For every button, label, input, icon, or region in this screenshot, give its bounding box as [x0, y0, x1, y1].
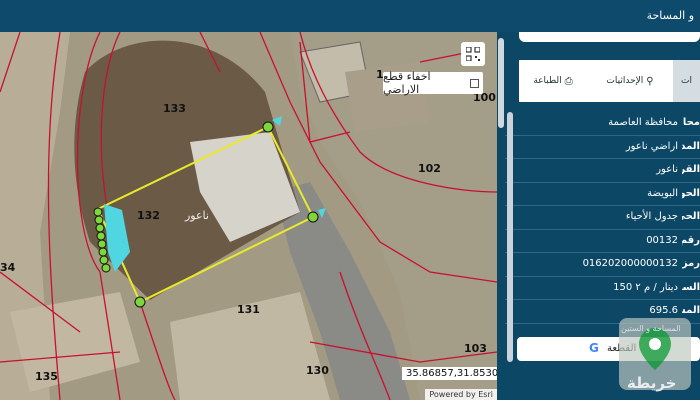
info-label: رمز القطعة: [682, 258, 700, 269]
info-row: 150 دينار / م ٢ السعر الإيجاري: [505, 277, 700, 300]
parcel-number: 130: [306, 364, 329, 377]
top-bar: و المساحة: [0, 0, 700, 32]
hide-parcels-label: اخفاء قطع الاراضي: [383, 70, 431, 96]
google-icon: G: [589, 341, 599, 355]
info-row: ناعور القرية: [505, 159, 700, 183]
info-value: البويضة: [647, 187, 678, 199]
qr-code-button[interactable]: [461, 42, 485, 66]
watermark-text: المساحة و الستين: [621, 324, 681, 333]
location-pin-icon: ⚲: [646, 75, 654, 87]
watermark-brand: خريطة: [627, 374, 677, 392]
map-attribution: Powered by Esri: [425, 389, 497, 400]
tab-layers[interactable]: ات: [673, 60, 700, 102]
parcel-number: 132: [137, 209, 160, 222]
parcel-number: 135: [35, 370, 58, 383]
parcel-number: 102: [418, 162, 441, 175]
parcel-number: 103: [464, 342, 487, 355]
info-value: جدول الأحياء: [625, 211, 678, 222]
parcel-label: ناعور: [185, 209, 209, 222]
info-label: رقم القطعة: [682, 234, 700, 246]
info-row: محافظة العاصمة محافظة: [505, 112, 700, 136]
info-row: 016202000000132 رمز القطعة: [505, 253, 700, 277]
info-label: المديرية: [682, 140, 700, 152]
info-row: 00132 رقم القطعة: [505, 230, 700, 253]
tab-label: الطباعة: [533, 76, 562, 86]
info-value: 150 دينار / م ٢: [613, 281, 678, 293]
app-title: و المساحة: [646, 9, 694, 22]
tab-print[interactable]: الطباعة ⎙: [519, 60, 587, 102]
parcel-number: 34: [0, 261, 16, 274]
tab-label: ات: [681, 76, 692, 86]
info-label: الحي: [682, 211, 700, 222]
coordinates-readout: 35.86857,31.85309: [402, 367, 497, 380]
panel-tabs: الطباعة ⎙ الإحداثيات ⚲ ات: [519, 60, 700, 102]
info-row: جدول الأحياء الحي: [505, 206, 700, 230]
map-scrollbar[interactable]: [497, 32, 505, 400]
print-icon: ⎙: [564, 75, 573, 87]
site-watermark: المساحة و الستين خريطة: [615, 314, 695, 394]
tab-label: الإحداثيات: [606, 76, 644, 86]
map-view[interactable]: 133 132 131 130 102 103 135 34 100 1 ناع…: [0, 32, 497, 400]
info-value: ناعور: [656, 164, 678, 175]
info-value: اراضي ناعور: [625, 140, 678, 152]
hide-parcels-toggle[interactable]: اخفاء قطع الاراضي: [383, 70, 483, 96]
parcel-number: 133: [163, 102, 186, 115]
parcel-info-list: محافظة العاصمة محافظة اراضي ناعور المديرية ن…: [505, 112, 700, 324]
info-value: محافظة العاصمة: [608, 117, 678, 128]
info-label: القرية: [682, 164, 700, 175]
hide-parcels-checkbox[interactable]: [470, 78, 479, 88]
scrollbar-thumb[interactable]: [498, 38, 504, 128]
info-label: الحوض: [682, 187, 700, 199]
close-icon[interactable]: ▔: [636, 32, 644, 39]
info-row: البويضة الحوض: [505, 183, 700, 206]
info-value: 00132: [646, 234, 678, 246]
info-value: 016202000000132: [582, 258, 678, 269]
qr-code-icon: [466, 47, 480, 61]
panel-scrollbar[interactable]: [507, 112, 513, 362]
info-label: السعر الإيجاري: [682, 281, 700, 293]
info-panel: ▔ الطباعة ⎙ الإحداثيات ⚲ ات محافظة العاص…: [505, 32, 700, 400]
parcel-number: 131: [237, 303, 260, 316]
info-label: محافظة: [682, 117, 700, 128]
tab-coordinates[interactable]: الإحداثيات ⚲: [587, 60, 673, 102]
search-input[interactable]: ▔: [519, 32, 700, 42]
info-row: اراضي ناعور المديرية: [505, 136, 700, 159]
